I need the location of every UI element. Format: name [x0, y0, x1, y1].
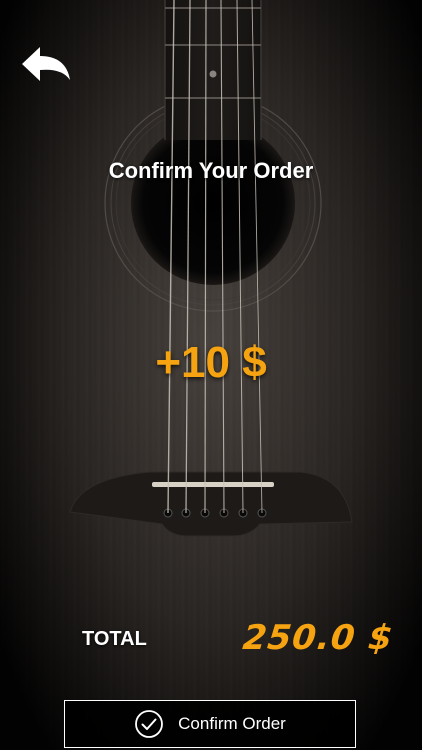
confirm-order-button[interactable]: Confirm Order [64, 700, 356, 748]
amount-delta: +10 $ [155, 338, 267, 387]
order-confirmation-screen: Confirm Your Order +10 $ TOTAL 250.0 $ C… [0, 0, 422, 750]
total-label: TOTAL [82, 628, 147, 650]
check-circle-icon [135, 710, 164, 738]
back-button[interactable] [18, 42, 74, 86]
total-value: 250.0 $ [240, 618, 396, 658]
back-arrow-icon [22, 47, 70, 81]
confirm-order-label: Confirm Order [178, 714, 286, 733]
page-title: Confirm Your Order [108, 158, 314, 183]
